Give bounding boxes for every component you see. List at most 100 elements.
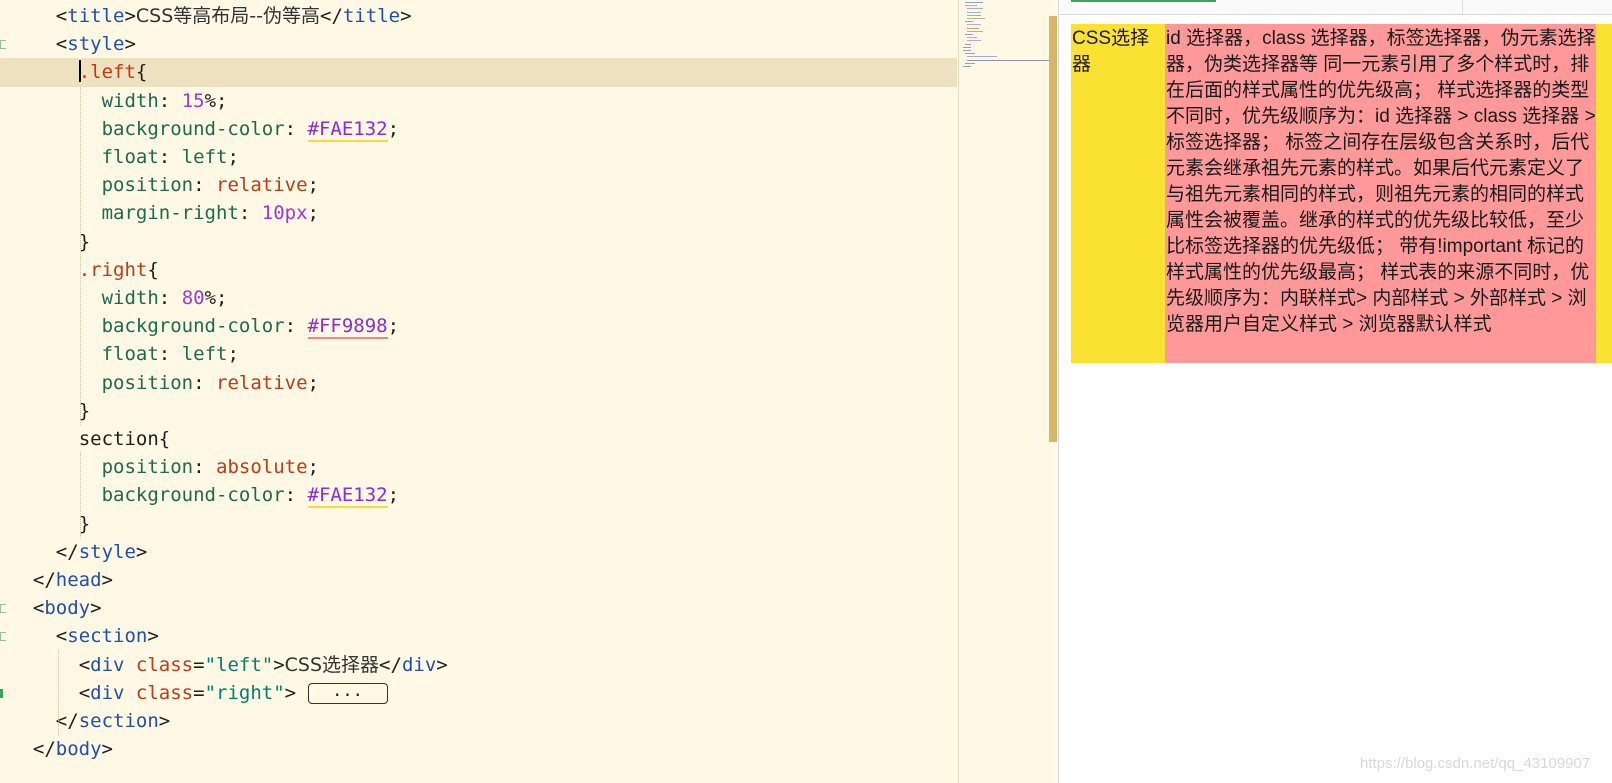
- indent-guide: [80, 255, 81, 425]
- code-line[interactable]: position: absolute;: [0, 453, 957, 482]
- code-line[interactable]: <body>: [0, 594, 957, 623]
- code-token: %;: [204, 287, 228, 309]
- code-token: body: [44, 597, 91, 620]
- code-token: ;: [227, 343, 239, 366]
- code-token: class: [135, 681, 194, 704]
- minimap-line: [967, 8, 983, 10]
- code-token: position: [101, 456, 194, 479]
- code-line[interactable]: width: 80%;: [0, 284, 957, 313]
- minimap-line: [967, 56, 997, 58]
- code-token: >: [124, 33, 136, 56]
- code-line[interactable]: background-color: #FAE132;: [0, 115, 957, 144]
- minimap-line: [965, 62, 975, 64]
- fold-marker[interactable]: [0, 40, 6, 50]
- code-token: >: [101, 569, 113, 591]
- code-line[interactable]: float: left;: [0, 143, 957, 172]
- minimap-line: [967, 37, 977, 39]
- indent-guide: [58, 650, 59, 736]
- code-token: 80: [181, 287, 205, 309]
- indent-guide: [80, 453, 81, 538]
- code-line[interactable]: float: left;: [0, 340, 957, 369]
- code-token: background-color: [101, 117, 285, 140]
- code-token: <: [78, 681, 91, 704]
- code-token: section{: [78, 428, 171, 450]
- minimap[interactable]: [958, 0, 1054, 783]
- code-token: <: [32, 597, 45, 620]
- vertical-scrollbar[interactable]: [1049, 16, 1057, 442]
- code-token: >: [101, 738, 113, 761]
- minimap-line: [965, 2, 983, 3]
- code-token: >: [158, 710, 171, 732]
- code-token: position: [101, 371, 194, 394]
- code-token: relative: [216, 371, 308, 394]
- code-line[interactable]: </section>: [0, 707, 957, 736]
- code-token: div: [90, 653, 136, 676]
- code-line[interactable]: <div class="right"> ...: [0, 679, 957, 708]
- code-editor[interactable]: <title>CSS等高布局--伪等高</title> <style> .left{…: [0, 0, 957, 783]
- code-line[interactable]: width: 15%;: [0, 87, 957, 116]
- code-token: "left": [204, 653, 274, 676]
- code-line[interactable]: }: [0, 510, 957, 539]
- code-token: title: [342, 5, 401, 27]
- code-token: #FAE132: [307, 117, 388, 142]
- code-line[interactable]: </style>: [0, 538, 957, 567]
- code-token: title: [67, 5, 125, 27]
- code-token: ;: [387, 315, 400, 338]
- watermark: https://blog.csdn.net/qq_43109907: [1360, 755, 1591, 772]
- change-marker[interactable]: [0, 688, 3, 698]
- code-token: style: [78, 540, 136, 563]
- code-line[interactable]: position: relative;: [0, 369, 957, 398]
- minimap-line: [967, 24, 981, 26]
- code-token: #FF9898: [307, 315, 388, 340]
- code-token: </: [379, 653, 402, 676]
- code-token: body: [55, 738, 102, 761]
- code-token: =: [193, 653, 205, 676]
- code-token: </: [32, 569, 56, 591]
- code-line[interactable]: position: relative;: [0, 171, 957, 200]
- code-line[interactable]: </head>: [0, 566, 957, 595]
- code-line[interactable]: <style>: [0, 30, 957, 59]
- code-line[interactable]: background-color: #FAE132;: [0, 481, 957, 510]
- code-token: section: [78, 710, 159, 732]
- code-token: margin-right: [101, 202, 239, 225]
- code-line[interactable]: background-color: #FF9898;: [0, 312, 957, 341]
- code-line[interactable]: }: [0, 228, 957, 257]
- minimap-line: [965, 5, 977, 7]
- code-token: <: [55, 625, 68, 648]
- code-line[interactable]: <section>: [0, 622, 957, 651]
- code-token: >: [400, 5, 412, 27]
- code-token: >: [147, 625, 159, 648]
- fold-marker[interactable]: [0, 632, 6, 642]
- preview-tab-indicator[interactable]: [1071, 0, 1216, 2]
- folded-code-button[interactable]: ...: [307, 682, 388, 704]
- fold-marker[interactable]: [0, 604, 6, 614]
- code-line[interactable]: <title>CSS等高布局--伪等高</title>: [0, 2, 957, 31]
- code-token: %;: [204, 89, 228, 112]
- code-token: :: [238, 202, 262, 225]
- code-token: 15: [181, 89, 205, 112]
- preview-section-background: [1596, 24, 1612, 363]
- minimap-line: [965, 43, 971, 45]
- code-token: ;: [307, 371, 319, 394]
- code-token: .right: [78, 258, 148, 281]
- code-line[interactable]: .left{: [0, 58, 957, 88]
- code-line[interactable]: </body>: [0, 735, 957, 764]
- code-token: :: [158, 343, 182, 366]
- code-line[interactable]: margin-right: 10px;: [0, 199, 957, 228]
- code-token: <: [78, 653, 91, 676]
- code-line[interactable]: }: [0, 397, 957, 426]
- code-token: <: [55, 33, 68, 56]
- code-token: ;: [307, 456, 319, 479]
- code-token: ;: [387, 484, 400, 507]
- code-token: #FAE132: [307, 484, 388, 509]
- code-line[interactable]: .right{: [0, 256, 957, 285]
- code-token: width: [101, 287, 159, 309]
- minimap-line: [967, 30, 983, 32]
- code-token: float: [101, 343, 159, 366]
- code-token: :: [284, 117, 308, 140]
- code-token: left: [181, 146, 228, 168]
- minimap-line: [967, 18, 985, 19]
- code-line[interactable]: section{: [0, 425, 957, 454]
- code-token: :: [284, 484, 308, 507]
- code-line[interactable]: <div class="left">CSS选择器</div>: [0, 651, 957, 680]
